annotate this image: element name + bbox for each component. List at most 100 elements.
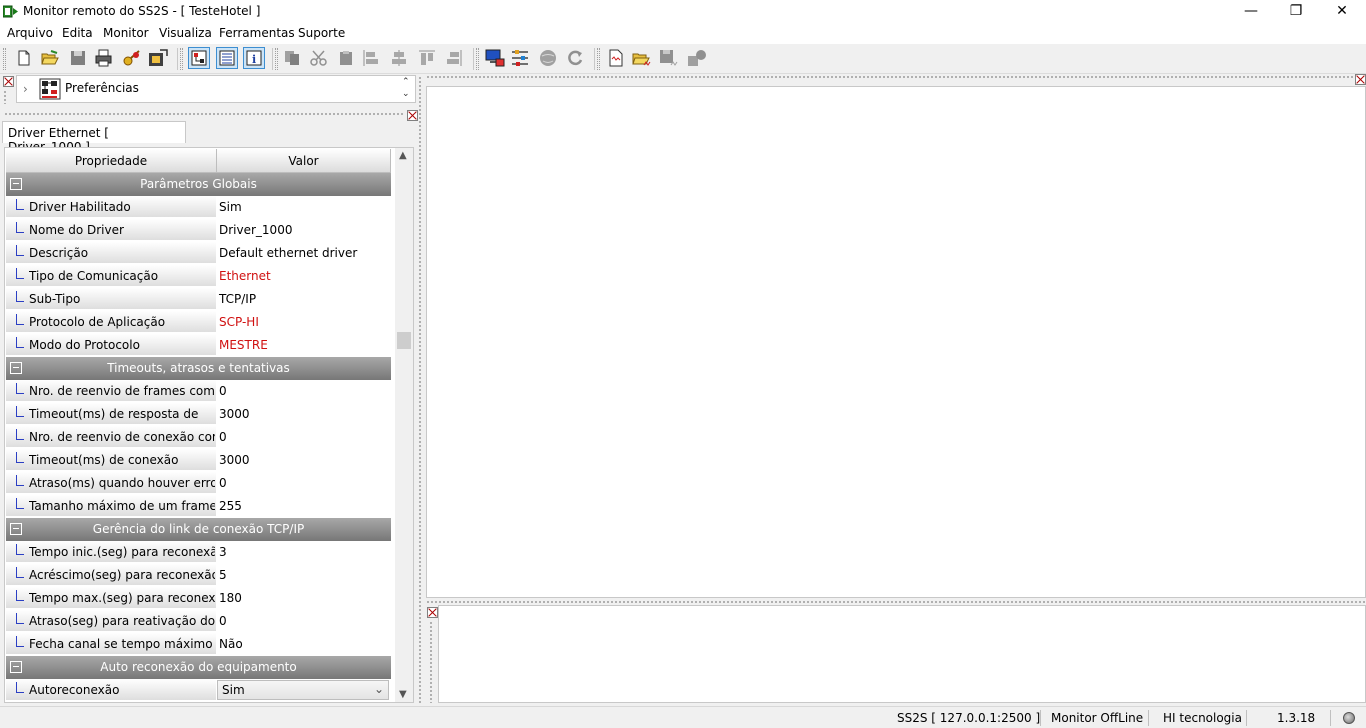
menu-arquivo[interactable]: Arquivo xyxy=(7,26,53,40)
close-properties-panel-icon[interactable] xyxy=(407,110,418,121)
align-left-icon[interactable] xyxy=(360,47,382,69)
property-name-cell[interactable]: Modo do Protocolo xyxy=(6,334,216,356)
menu-suporte[interactable]: Suporte xyxy=(298,26,345,40)
horizontal-splitter[interactable] xyxy=(426,600,1366,603)
property-value[interactable]: SCP-HI xyxy=(219,315,259,329)
property-value[interactable]: 255 xyxy=(219,499,242,513)
property-row[interactable]: Autoreconexão Sim ⌄ xyxy=(6,679,391,702)
scroll-up-icon[interactable]: ▲ xyxy=(399,150,407,161)
property-row[interactable]: Descrição Default ethernet driver xyxy=(6,242,391,265)
property-name-cell[interactable]: Tamanho máximo de um frame xyxy=(6,495,216,517)
property-value[interactable]: Ethernet xyxy=(219,269,271,283)
toolbar-grip[interactable] xyxy=(3,48,6,70)
monitor-config-icon[interactable] xyxy=(484,47,506,69)
property-name-cell[interactable]: Driver Habilitado xyxy=(6,196,216,218)
scroll-up-icon[interactable]: ⌃ xyxy=(402,77,410,87)
property-row[interactable]: Driver Habilitado Sim xyxy=(6,196,391,219)
close-tree-panel-icon[interactable] xyxy=(3,76,14,87)
copy-icon[interactable] xyxy=(282,47,304,69)
property-name-cell[interactable]: Fecha canal se tempo máximo xyxy=(6,633,216,655)
scroll-down-icon[interactable]: ▼ xyxy=(399,689,407,700)
property-value[interactable]: 3000 xyxy=(219,453,250,467)
property-row[interactable]: Atraso(ms) quando houver erro 0 xyxy=(6,472,391,495)
align-right-icon[interactable] xyxy=(443,47,465,69)
save-icon[interactable] xyxy=(67,47,89,69)
property-name-cell[interactable]: Tipo de Comunicação xyxy=(6,265,216,287)
property-value[interactable]: TCP/IP xyxy=(219,292,256,306)
property-row[interactable]: Nro. de reenvio de conexão com 0 xyxy=(6,426,391,449)
property-name-cell[interactable]: Nro. de reenvio de conexão com xyxy=(6,426,216,448)
property-name-cell[interactable]: Acréscimo(seg) para reconexão xyxy=(6,564,216,586)
property-name-cell[interactable]: Sub-Tipo xyxy=(6,288,216,310)
property-value[interactable]: 0 xyxy=(219,430,227,444)
scroll-down-icon[interactable]: ⌄ xyxy=(402,89,410,99)
property-row[interactable]: Tempo inic.(seg) para reconexão 3 xyxy=(6,541,391,564)
close-log-panel-icon[interactable] xyxy=(427,607,438,618)
panel-grip[interactable] xyxy=(3,90,7,104)
property-row[interactable]: Timeout(ms) de resposta de 3000 xyxy=(6,403,391,426)
property-value[interactable]: 3 xyxy=(219,545,227,559)
property-value[interactable]: Driver_1000 xyxy=(219,223,292,237)
save-report-icon[interactable] xyxy=(658,47,680,69)
panel-grip[interactable] xyxy=(429,621,433,703)
property-name-cell[interactable]: Tempo inic.(seg) para reconexão xyxy=(6,541,216,563)
info-icon[interactable]: i xyxy=(243,47,265,69)
property-name-cell[interactable]: Atraso(ms) quando houver erro xyxy=(6,472,216,494)
property-row[interactable]: Atraso(seg) para reativação dos 0 xyxy=(6,610,391,633)
chevron-down-icon[interactable]: ⌄ xyxy=(374,682,384,696)
view-tree-icon[interactable] xyxy=(188,47,210,69)
property-name-cell[interactable]: Timeout(ms) de conexão xyxy=(6,449,216,471)
property-row[interactable]: Tipo de Comunicação Ethernet xyxy=(6,265,391,288)
property-name-cell[interactable]: Nome do Driver xyxy=(6,219,216,241)
property-value[interactable]: Sim xyxy=(219,200,242,214)
property-row[interactable]: Protocolo de Aplicação SCP-HI xyxy=(6,311,391,334)
log-panel[interactable] xyxy=(438,605,1366,703)
paste-icon[interactable] xyxy=(335,47,357,69)
property-row[interactable]: Tamanho máximo de um frame 255 xyxy=(6,495,391,518)
tab-driver-ethernet[interactable]: Driver Ethernet [ Driver_1000 ] xyxy=(2,121,186,154)
view-list-icon[interactable] xyxy=(216,47,238,69)
property-row[interactable]: Modo do Protocolo MESTRE xyxy=(6,334,391,357)
menu-edita[interactable]: Edita xyxy=(62,26,93,40)
globe-icon[interactable] xyxy=(537,47,559,69)
panel-grip[interactable] xyxy=(426,75,1354,79)
align-top-icon[interactable] xyxy=(416,47,438,69)
property-value[interactable]: Default ethernet driver xyxy=(219,246,357,260)
property-value[interactable]: 180 xyxy=(219,591,242,605)
vertical-scrollbar[interactable]: ▲ ▼ xyxy=(395,148,413,702)
panel-grip[interactable] xyxy=(4,112,404,116)
refresh-icon[interactable] xyxy=(564,47,586,69)
open-folder-icon[interactable] xyxy=(39,47,61,69)
property-name-cell[interactable]: Descrição xyxy=(6,242,216,264)
property-name-cell[interactable]: Nro. de reenvio de frames com xyxy=(6,380,216,402)
property-value[interactable]: 5 xyxy=(219,568,227,582)
property-value[interactable]: 3000 xyxy=(219,407,250,421)
property-row[interactable]: Acréscimo(seg) para reconexão 5 xyxy=(6,564,391,587)
close-button[interactable]: ✕ xyxy=(1319,0,1365,24)
property-name-cell[interactable]: Tempo max.(seg) para reconexão xyxy=(6,587,216,609)
property-row[interactable]: Sub-Tipo TCP/IP xyxy=(6,288,391,311)
toolbar-grip[interactable] xyxy=(476,48,479,70)
property-value[interactable]: 0 xyxy=(219,384,227,398)
property-name-cell[interactable]: Atraso(seg) para reativação dos xyxy=(6,610,216,632)
main-workspace[interactable] xyxy=(426,86,1366,598)
export-icon[interactable] xyxy=(147,47,169,69)
close-main-panel-icon[interactable] xyxy=(1355,74,1366,85)
expand-chevron-icon[interactable]: › xyxy=(23,82,28,96)
print-icon[interactable] xyxy=(93,47,115,69)
record-icon[interactable] xyxy=(686,47,708,69)
property-value[interactable]: 0 xyxy=(219,476,227,490)
toolbar-grip[interactable] xyxy=(180,48,183,70)
property-row[interactable]: Nro. de reenvio de frames com 0 xyxy=(6,380,391,403)
toolbar-grip[interactable] xyxy=(597,48,600,70)
cut-icon[interactable] xyxy=(308,47,330,69)
property-name-cell[interactable]: Autoreconexão xyxy=(6,679,216,701)
toolbar-grip[interactable] xyxy=(275,48,278,70)
property-row[interactable]: Timeout(ms) de conexão 3000 xyxy=(6,449,391,472)
maximize-button[interactable]: ❐ xyxy=(1273,0,1319,24)
property-name-cell[interactable]: Protocolo de Aplicação xyxy=(6,311,216,333)
menu-monitor[interactable]: Monitor xyxy=(103,26,149,40)
property-row[interactable]: Fecha canal se tempo máximo Não xyxy=(6,633,391,656)
property-value[interactable]: MESTRE xyxy=(219,338,268,352)
property-row[interactable]: Nome do Driver Driver_1000 xyxy=(6,219,391,242)
